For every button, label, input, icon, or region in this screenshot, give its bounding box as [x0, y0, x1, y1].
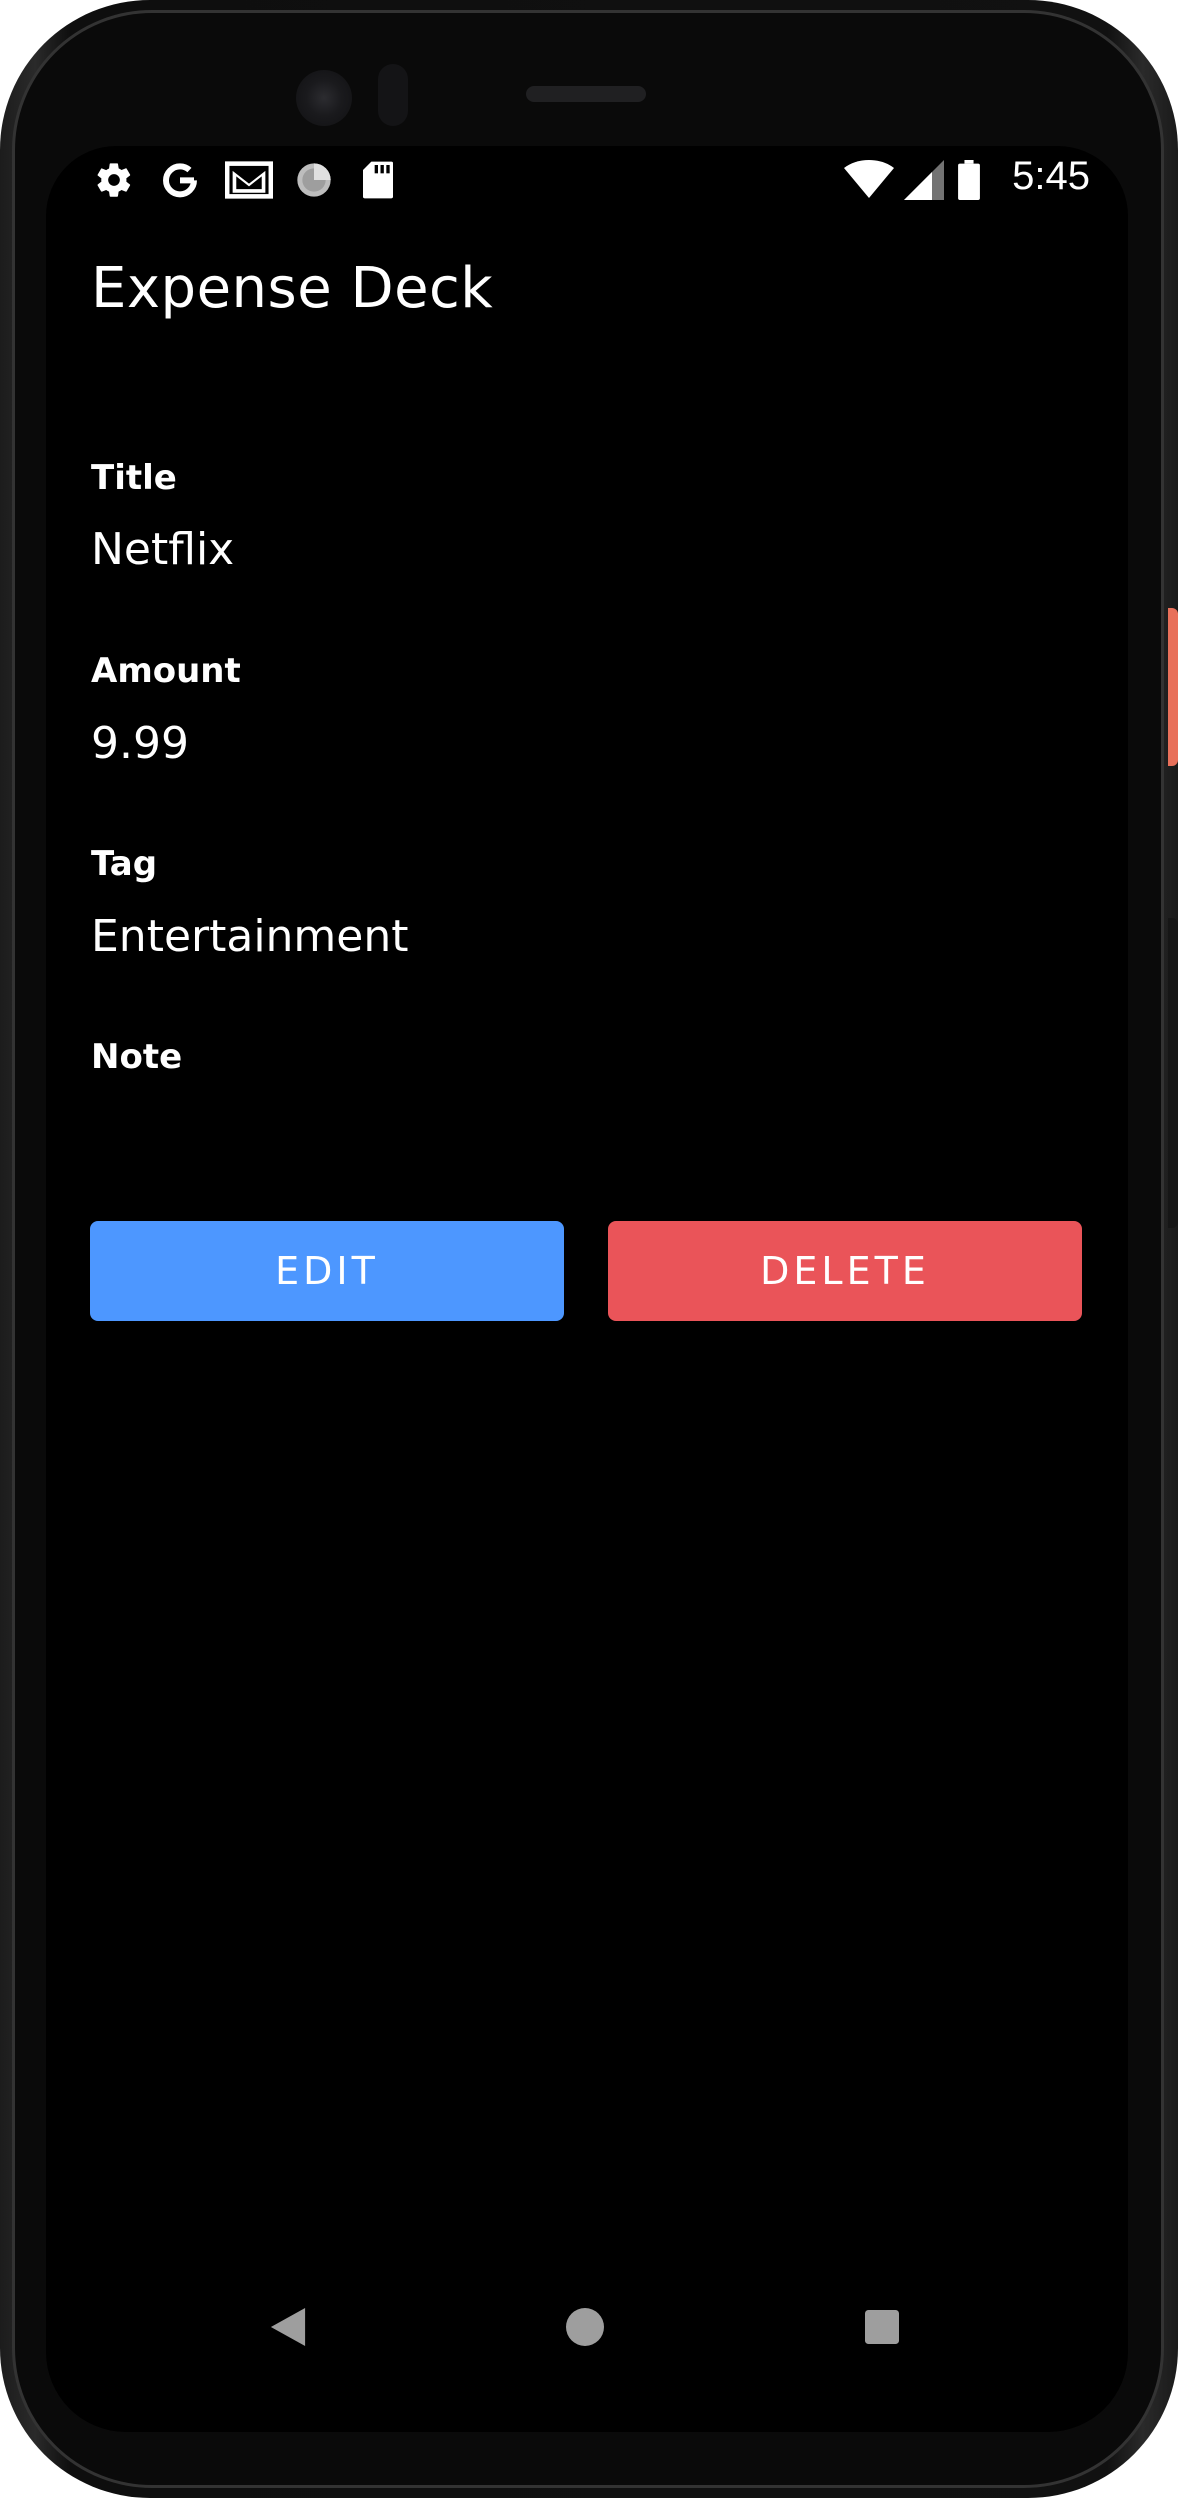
gmail-icon — [224, 158, 274, 202]
recents-icon[interactable] — [837, 2282, 927, 2372]
status-bar: 5:45 — [46, 146, 1128, 216]
wifi-icon — [842, 158, 896, 202]
delete-button[interactable]: DELETE — [608, 1221, 1082, 1321]
status-clock: 5:45 — [1012, 154, 1090, 198]
app-screen: 5:45 Expense Deck Title Netflix Amount 9… — [46, 146, 1128, 2432]
amount-label: Amount — [91, 651, 241, 691]
title-value: Netflix — [91, 524, 235, 575]
signal-icon — [902, 158, 946, 202]
phone-frame: 5:45 Expense Deck Title Netflix Amount 9… — [0, 0, 1178, 2498]
front-camera — [296, 70, 352, 126]
amount-value: 9.99 — [91, 718, 189, 769]
note-label: Note — [91, 1037, 183, 1077]
tag-label: Tag — [91, 844, 158, 884]
back-icon[interactable] — [243, 2282, 333, 2372]
proximity-sensor — [378, 64, 408, 126]
sd-card-icon — [358, 158, 398, 202]
home-icon[interactable] — [540, 2282, 630, 2372]
edit-button[interactable]: EDIT — [90, 1221, 564, 1321]
google-icon — [158, 158, 202, 202]
title-label: Title — [91, 458, 177, 498]
power-button — [1168, 608, 1178, 766]
settings-icon — [92, 158, 136, 202]
battery-icon — [952, 158, 986, 202]
volume-button — [1168, 918, 1178, 1228]
tag-value: Entertainment — [91, 911, 409, 962]
page-title: Expense Deck — [91, 256, 494, 321]
earpiece-speaker — [526, 86, 646, 102]
sync-spinner-icon — [292, 158, 336, 202]
system-nav-bar — [46, 2282, 1128, 2372]
